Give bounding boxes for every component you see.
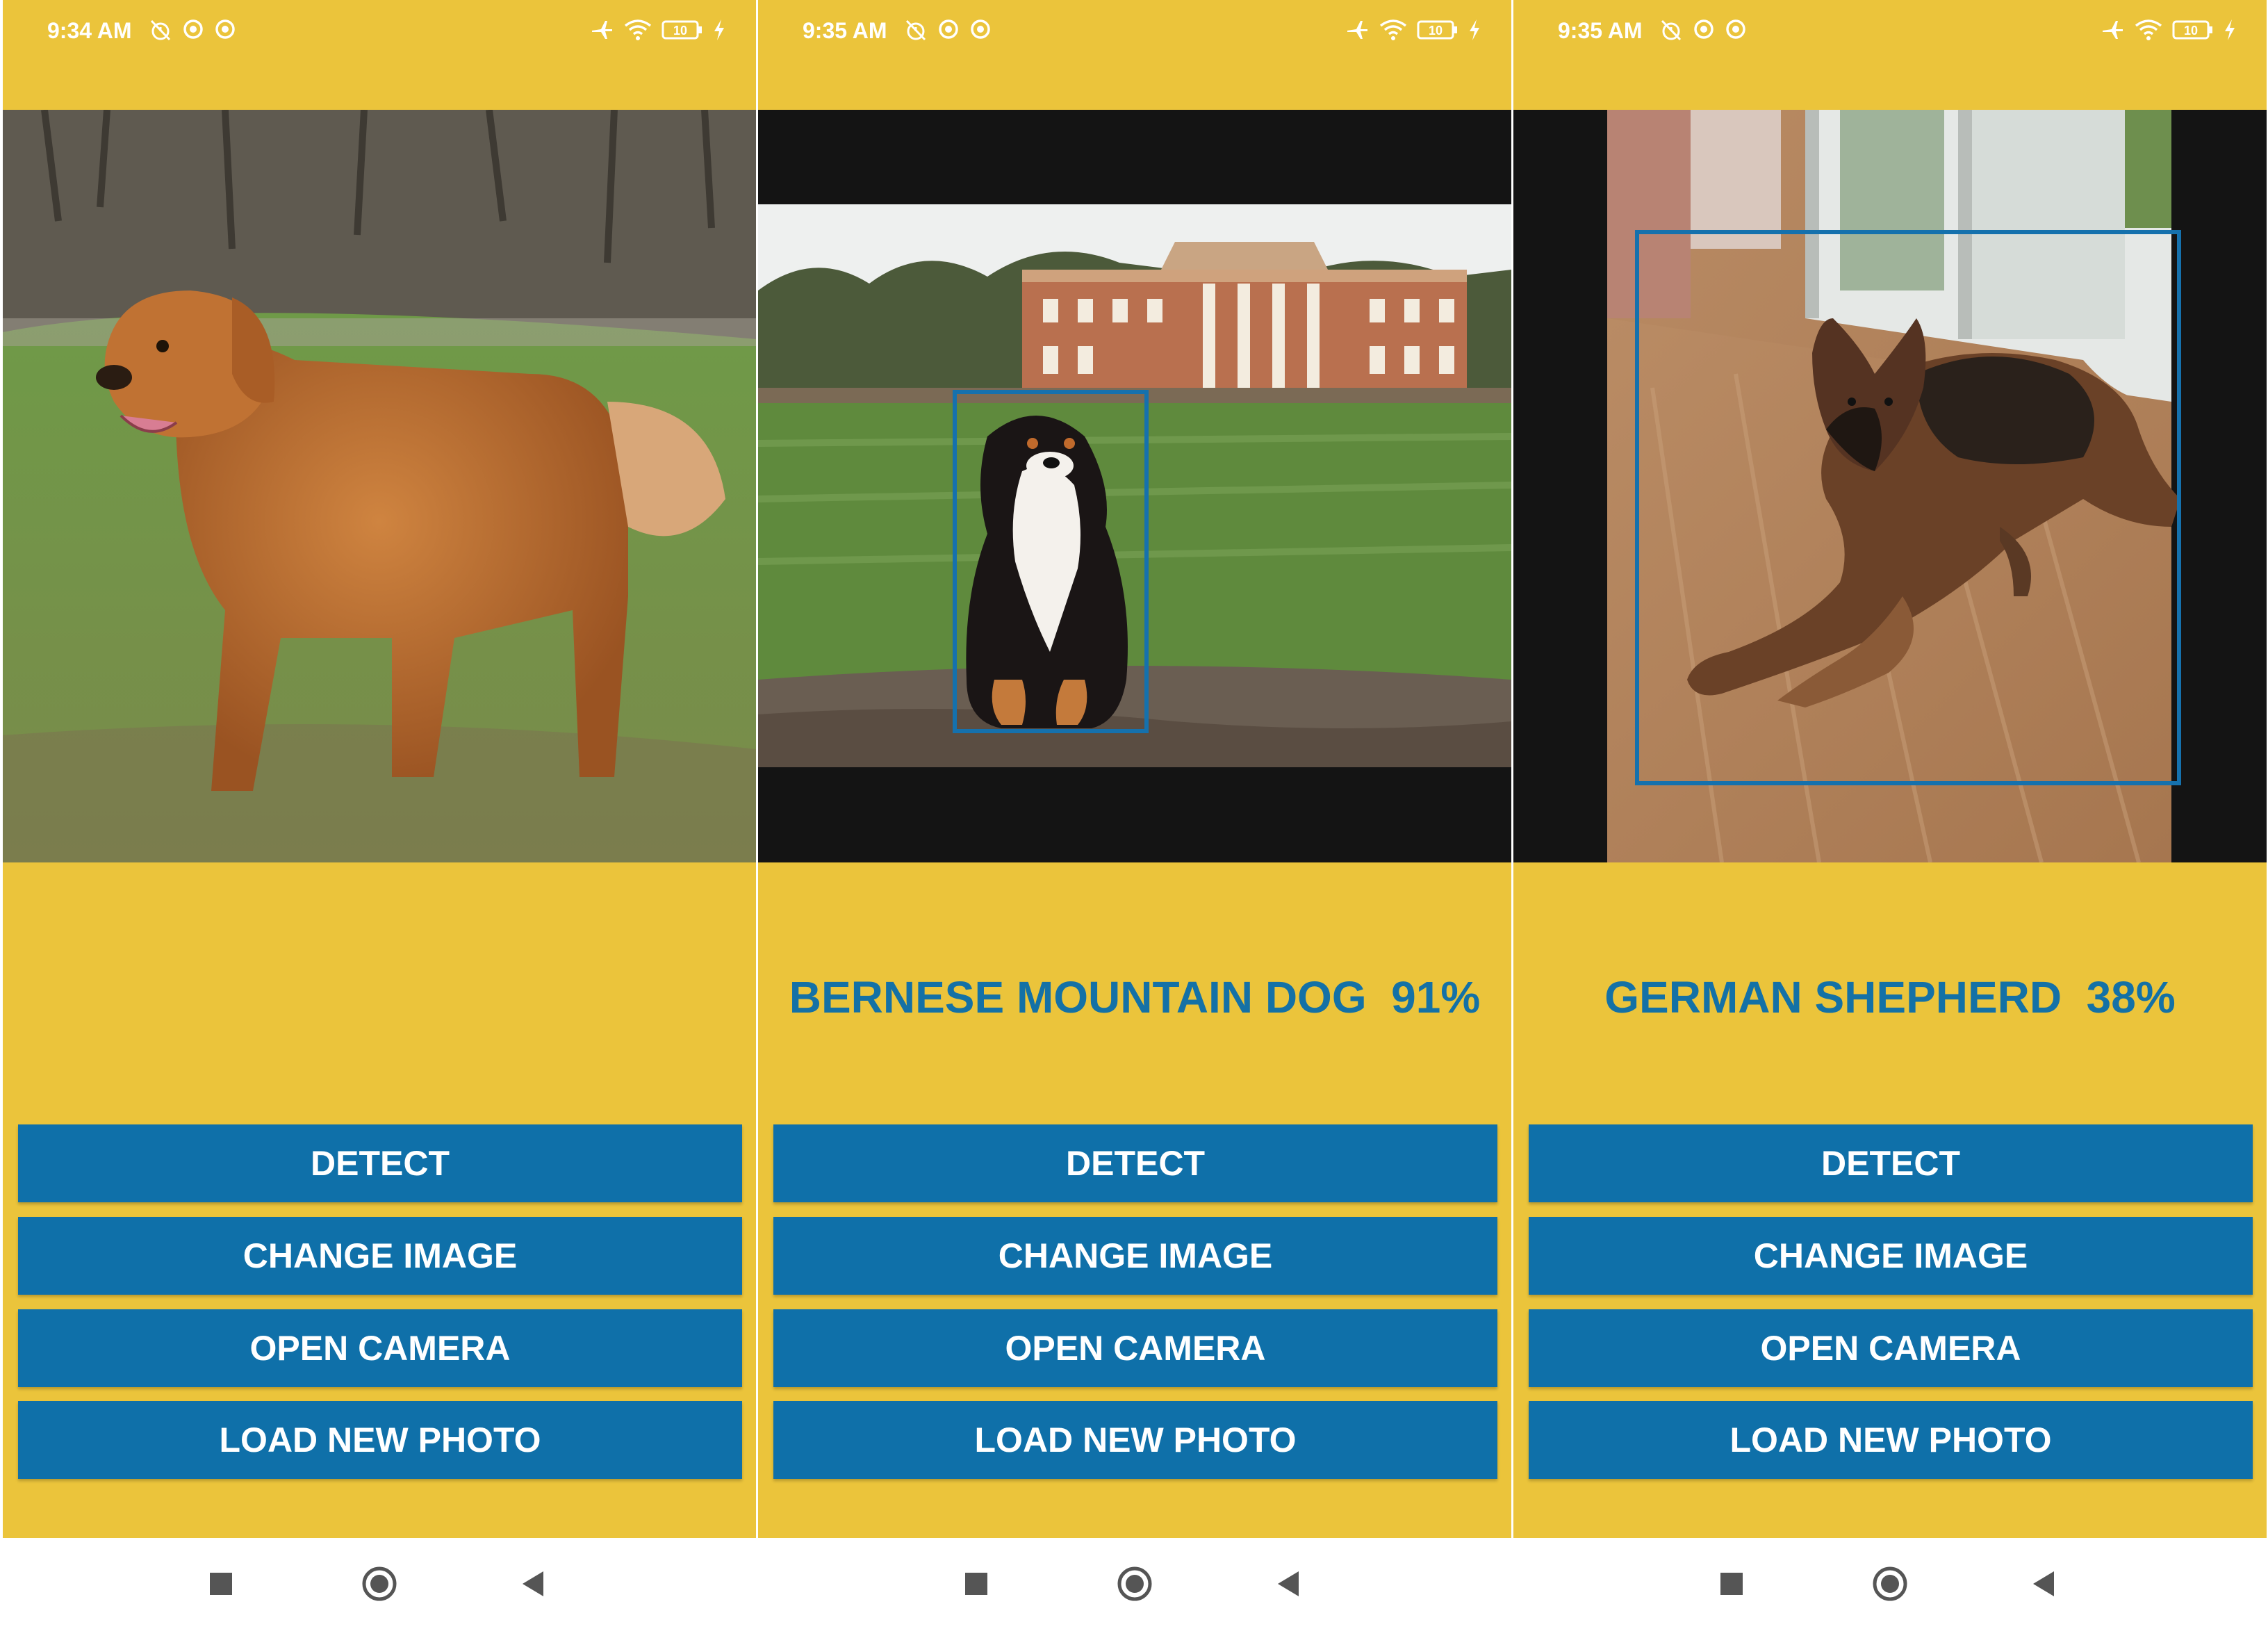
navigation-bar	[758, 1538, 1511, 1629]
sync-icon	[214, 18, 236, 42]
open-camera-button[interactable]: OPEN CAMERA	[1529, 1309, 2253, 1387]
status-right-icons: 10	[591, 18, 725, 42]
detection-result-label	[3, 972, 756, 1041]
sync-icon	[937, 18, 960, 42]
airplane-icon	[591, 18, 614, 42]
charging-icon	[713, 19, 725, 41]
change-image-button[interactable]: CHANGE IMAGE	[1529, 1217, 2253, 1295]
phone-screen-3: 9:35 AM 10 GERMAN SHEPHERD 38% DETECT CH…	[1513, 0, 2267, 1629]
status-time: 9:34 AM	[47, 18, 132, 43]
back-triangle-icon[interactable]	[511, 1562, 556, 1606]
alarm-off-icon	[904, 18, 928, 42]
phone-screen-1: 9:34 AM 10 DETECT CHANGE IMAGE OPEN CAME…	[3, 0, 756, 1629]
image-view	[758, 110, 1511, 862]
detect-button[interactable]: DETECT	[773, 1124, 1497, 1202]
status-time: 9:35 AM	[1558, 18, 1643, 43]
sync-icon	[1693, 18, 1715, 42]
wifi-icon	[1379, 19, 1407, 41]
detect-button[interactable]: DETECT	[18, 1124, 742, 1202]
change-image-button[interactable]: CHANGE IMAGE	[18, 1217, 742, 1295]
alarm-off-icon	[1659, 18, 1683, 42]
home-circle-icon[interactable]	[1868, 1562, 1912, 1606]
phone-screen-2: 9:35 AM 10 BERNESE MOUNTAIN DOG 91% DETE…	[758, 0, 1511, 1629]
battery-level: 10	[1429, 24, 1443, 38]
airplane-icon	[1346, 18, 1370, 42]
back-triangle-icon[interactable]	[2022, 1562, 2066, 1606]
status-left-icons	[149, 18, 236, 42]
status-bar: 9:35 AM 10	[1513, 0, 2267, 67]
back-triangle-icon[interactable]	[1267, 1562, 1311, 1606]
german-shepherd-photo	[1513, 110, 2267, 862]
battery-icon: 10	[2172, 19, 2214, 40]
battery-icon: 10	[1417, 19, 1458, 40]
screenshot-collage: 9:34 AM 10 DETECT CHANGE IMAGE OPEN CAME…	[0, 0, 2268, 1629]
open-camera-button[interactable]: OPEN CAMERA	[18, 1309, 742, 1387]
charging-icon	[2224, 19, 2236, 41]
alarm-off-icon	[149, 18, 172, 42]
status-right-icons: 10	[2101, 18, 2236, 42]
recents-square-icon[interactable]	[1709, 1562, 1754, 1606]
sync-icon	[1725, 18, 1747, 42]
home-circle-icon[interactable]	[1112, 1562, 1157, 1606]
status-time: 9:35 AM	[803, 18, 887, 43]
recents-square-icon[interactable]	[954, 1562, 999, 1606]
load-new-photo-button[interactable]: LOAD NEW PHOTO	[773, 1401, 1497, 1479]
charging-icon	[1468, 19, 1481, 41]
load-new-photo-button[interactable]: LOAD NEW PHOTO	[18, 1401, 742, 1479]
change-image-button[interactable]: CHANGE IMAGE	[773, 1217, 1497, 1295]
battery-icon: 10	[662, 19, 703, 40]
wifi-icon	[2135, 19, 2162, 41]
bernese-mountain-dog-photo	[758, 110, 1511, 862]
app-screen: 9:34 AM 10 DETECT CHANGE IMAGE OPEN CAME…	[3, 0, 756, 1538]
status-right-icons: 10	[1346, 18, 1481, 42]
detection-result-label: GERMAN SHEPHERD 38%	[1604, 972, 2176, 1022]
navigation-bar	[3, 1538, 756, 1629]
app-screen: 9:35 AM	[1513, 0, 2267, 1538]
detection-result-label: BERNESE MOUNTAIN DOG 91%	[789, 972, 1481, 1022]
status-left-icons	[904, 18, 992, 42]
load-new-photo-button[interactable]: LOAD NEW PHOTO	[1529, 1401, 2253, 1479]
golden-retriever-photo	[3, 110, 756, 862]
status-left-icons	[1659, 18, 1747, 42]
sync-icon	[182, 18, 204, 42]
detect-button[interactable]: DETECT	[1529, 1124, 2253, 1202]
status-bar: 9:34 AM 10	[3, 0, 756, 67]
airplane-icon	[2101, 18, 2125, 42]
wifi-icon	[624, 19, 652, 41]
battery-level: 10	[2184, 24, 2198, 38]
recents-square-icon[interactable]	[199, 1562, 243, 1606]
battery-level: 10	[673, 24, 687, 38]
home-circle-icon[interactable]	[357, 1562, 402, 1606]
image-view	[1513, 110, 2267, 862]
open-camera-button[interactable]: OPEN CAMERA	[773, 1309, 1497, 1387]
app-screen: 9:35 AM	[758, 0, 1511, 1538]
sync-icon	[969, 18, 992, 42]
navigation-bar	[1513, 1538, 2267, 1629]
image-view	[3, 110, 756, 862]
status-bar: 9:35 AM 10	[758, 0, 1511, 67]
